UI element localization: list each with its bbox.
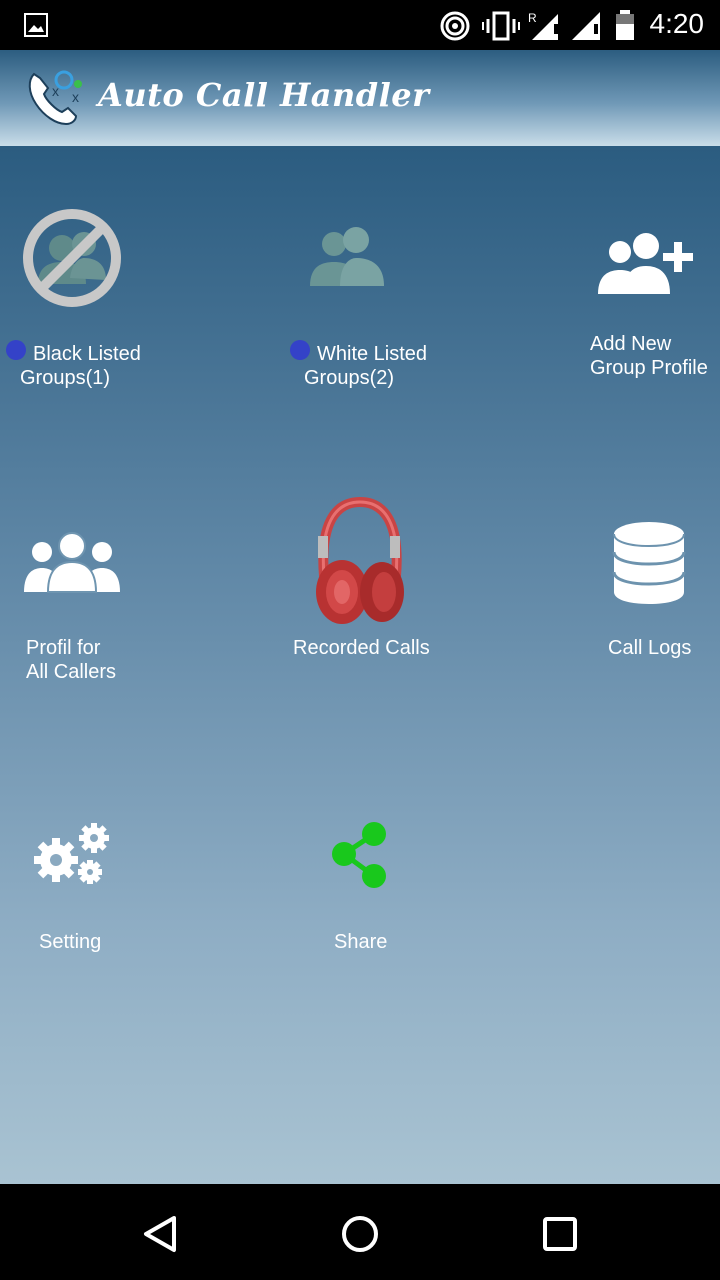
- recorded-calls-tile[interactable]: Recorded Calls: [240, 486, 480, 706]
- profile-all-callers-label: Profil for All Callers: [26, 637, 117, 683]
- people-icon: [24, 532, 120, 593]
- vibrate-icon: [482, 11, 520, 41]
- hotspot-icon: [440, 11, 470, 41]
- image-notification-icon: [24, 13, 48, 37]
- call-logs-label: Call Logs: [608, 637, 692, 659]
- svg-text:x: x: [52, 83, 59, 99]
- share-icon: [332, 822, 386, 888]
- group-icon: [310, 227, 384, 286]
- nav-bar: [0, 1184, 720, 1280]
- status-time: 4:20: [649, 8, 705, 39]
- database-icon: [612, 522, 686, 604]
- svg-text:x: x: [72, 89, 79, 105]
- home-icon[interactable]: [340, 1214, 380, 1254]
- white-listed-label: White Listed Groups(2): [304, 343, 428, 389]
- status-bar: R 4:20: [0, 0, 720, 50]
- call-logs-tile[interactable]: Call Logs: [480, 486, 720, 706]
- svg-text:R: R: [528, 11, 537, 25]
- profile-all-callers-tile[interactable]: Profil for All Callers: [0, 486, 240, 706]
- gears-icon: [34, 823, 109, 884]
- recents-icon[interactable]: [542, 1216, 578, 1252]
- app-logo-icon: x x: [28, 70, 82, 126]
- signal-roaming-icon: R: [528, 11, 558, 40]
- setting-label: Setting: [39, 931, 102, 953]
- signal-icon: [572, 12, 600, 40]
- headphones-icon: [316, 496, 404, 624]
- add-new-group-label: Add New Group Profile: [590, 333, 708, 379]
- main-grid: Black Listed Groups(1) White Listed Grou…: [0, 146, 720, 1184]
- share-tile[interactable]: Share: [240, 786, 480, 1006]
- white-listed-groups-tile[interactable]: White Listed Groups(2): [240, 186, 480, 406]
- add-group-icon: [598, 233, 693, 294]
- app-title: Auto Call Handler: [98, 76, 430, 114]
- blocked-group-icon: [23, 209, 121, 307]
- setting-tile[interactable]: Setting: [0, 786, 240, 1006]
- battery-icon: [616, 10, 634, 40]
- share-label: Share: [334, 931, 388, 953]
- back-icon[interactable]: [140, 1214, 180, 1254]
- black-listed-label: Black Listed Groups(1): [20, 343, 141, 389]
- recorded-calls-label: Recorded Calls: [293, 637, 430, 659]
- black-listed-groups-tile[interactable]: Black Listed Groups(1): [0, 186, 240, 406]
- app-bar: x x Auto Call Handler: [0, 50, 720, 146]
- add-new-group-tile[interactable]: Add New Group Profile: [480, 186, 720, 406]
